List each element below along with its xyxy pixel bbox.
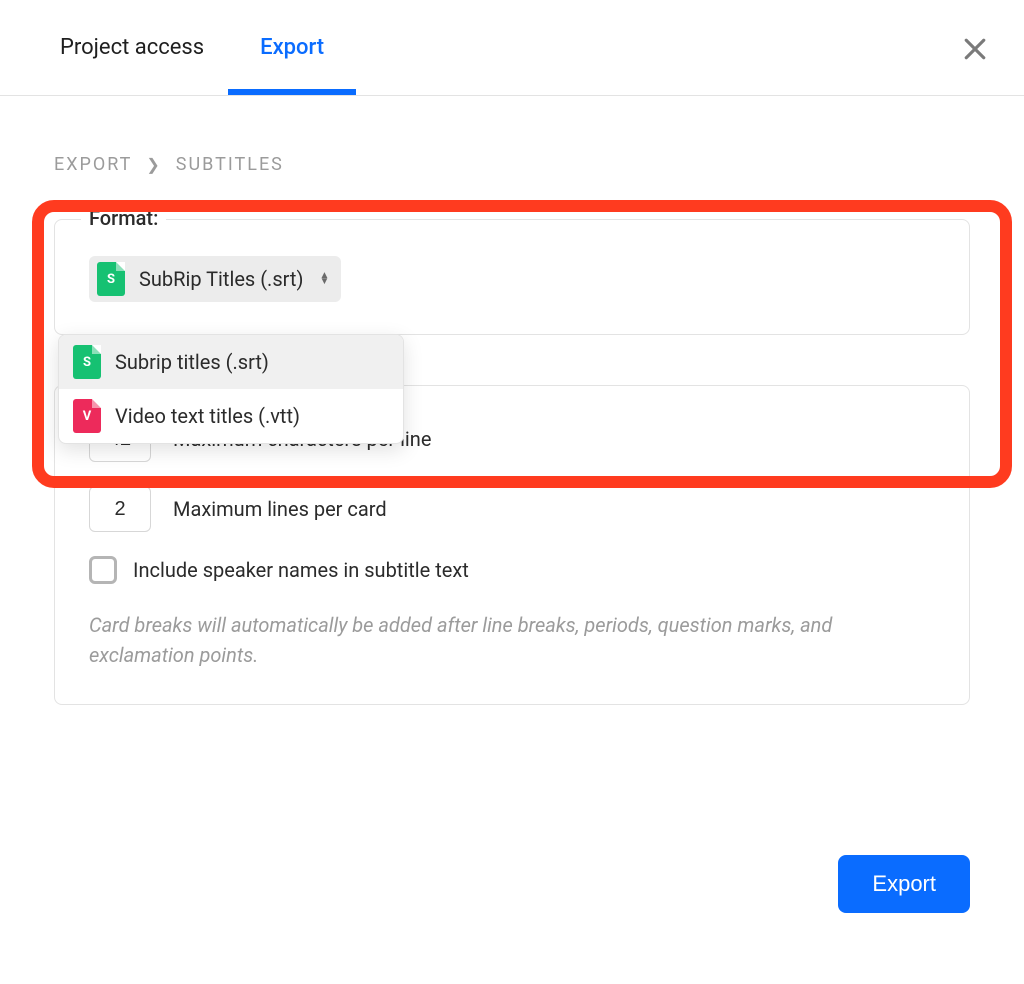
tab-bar: Project access Export	[0, 0, 1024, 96]
format-legend: Format:	[81, 206, 166, 230]
breadcrumb-root[interactable]: Export	[54, 154, 132, 175]
breadcrumb-leaf: Subtitles	[176, 154, 284, 175]
format-dropdown: S Subrip titles (.srt) V Video text titl…	[58, 334, 404, 444]
include-speakers-row: Include speaker names in subtitle text	[89, 556, 935, 584]
max-lines-label: Maximum lines per card	[173, 497, 387, 521]
max-lines-input[interactable]	[89, 486, 151, 532]
vtt-file-icon: V	[73, 399, 101, 433]
tab-export[interactable]: Export	[260, 1, 324, 94]
srt-file-icon: S	[97, 262, 125, 296]
format-option-srt[interactable]: S Subrip titles (.srt)	[59, 335, 403, 389]
include-speakers-label: Include speaker names in subtitle text	[133, 558, 469, 582]
settings-hint: Card breaks will automatically be added …	[89, 610, 935, 670]
export-button[interactable]: Export	[838, 855, 970, 913]
tab-project-access[interactable]: Project access	[60, 1, 204, 94]
dialog-footer: Export	[0, 855, 1024, 953]
format-select[interactable]: S SubRip Titles (.srt) ▲▼	[89, 256, 341, 302]
chevron-updown-icon: ▲▼	[319, 273, 329, 285]
format-panel: Format: S SubRip Titles (.srt) ▲▼	[54, 219, 970, 335]
max-lines-row: Maximum lines per card	[89, 486, 935, 532]
format-option-vtt[interactable]: V Video text titles (.vtt)	[59, 389, 403, 443]
include-speakers-checkbox[interactable]	[89, 556, 117, 584]
format-selected-label: SubRip Titles (.srt)	[139, 267, 303, 291]
format-option-label: Subrip titles (.srt)	[115, 350, 269, 374]
format-option-label: Video text titles (.vtt)	[115, 404, 300, 428]
chevron-right-icon: ❯	[146, 155, 161, 174]
srt-file-icon: S	[73, 345, 101, 379]
close-icon[interactable]	[960, 34, 990, 64]
export-dialog: Project access Export Export ❯ Subtitles…	[0, 0, 1024, 953]
dialog-content: Export ❯ Subtitles Format: S SubRip Titl…	[0, 96, 1024, 795]
breadcrumb: Export ❯ Subtitles	[54, 154, 970, 175]
